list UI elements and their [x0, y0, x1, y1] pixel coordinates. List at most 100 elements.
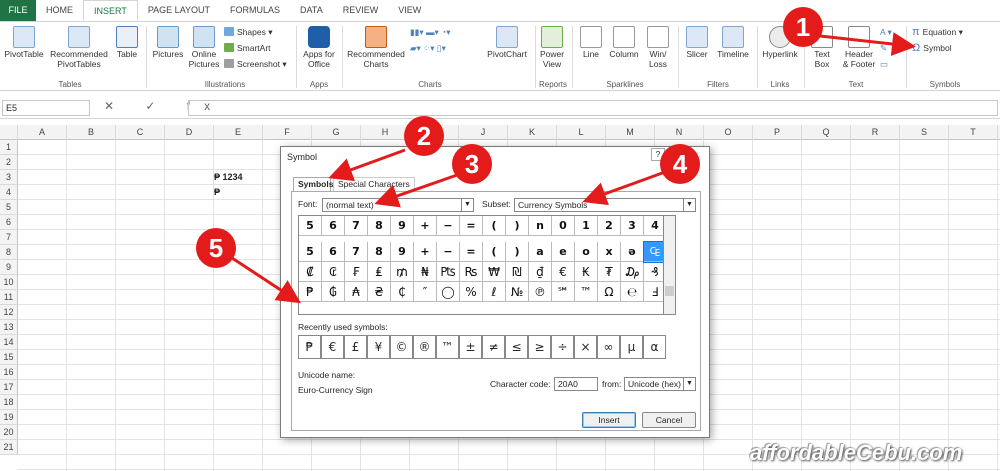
recent-symbol[interactable]: α [643, 335, 666, 359]
font-select[interactable]: (normal text) ▼ [322, 198, 474, 212]
symbol-cell[interactable]: ₡ [299, 262, 322, 282]
symbol-cell[interactable]: ₨ [460, 262, 483, 282]
name-box[interactable]: E5 [2, 100, 90, 116]
row-header[interactable]: 6 [0, 215, 18, 230]
symbol-cell[interactable]: ₭ [575, 262, 598, 282]
tab-insert[interactable]: INSERT [83, 0, 138, 21]
symbol-cell[interactable]: 1 [575, 216, 598, 236]
column-header[interactable]: K [508, 125, 557, 140]
row-header[interactable]: 19 [0, 410, 18, 425]
symbol-cell[interactable]: x [598, 242, 621, 262]
row-header[interactable]: 15 [0, 350, 18, 365]
symbol-cell[interactable]: 5 [299, 216, 322, 236]
symbol-cell[interactable]: ₦ [414, 262, 437, 282]
symbol-cell[interactable]: 3 [621, 216, 644, 236]
chart-type-icons-2[interactable]: ▰▾ ⁘▾ ▯▾ [410, 42, 446, 54]
column-header[interactable]: D [165, 125, 214, 140]
column-header[interactable]: E [214, 125, 263, 140]
column-header[interactable]: T [949, 125, 998, 140]
symbol-cell[interactable]: ℓ [483, 282, 506, 302]
symbol-cell[interactable]: 9 [391, 216, 414, 236]
smartart-button[interactable]: SmartArt [224, 42, 271, 54]
header-footer-button[interactable]: Header & Footer [838, 26, 880, 69]
symbol-cell[interactable]: 8 [368, 216, 391, 236]
symbol-cell[interactable]: ( [483, 242, 506, 262]
symbol-cell[interactable]: ◯ [437, 282, 460, 302]
row-header[interactable]: 17 [0, 380, 18, 395]
sparkline-line-button[interactable]: Line [576, 26, 606, 59]
object-icon[interactable]: ▭ [880, 58, 888, 70]
recent-symbol[interactable]: ≤ [505, 335, 528, 359]
tab-data[interactable]: DATA [290, 0, 333, 21]
row-header[interactable]: 8 [0, 245, 18, 260]
column-header[interactable]: M [606, 125, 655, 140]
insert-button[interactable]: Insert [582, 412, 636, 428]
symbol-cell[interactable]: 5 [299, 242, 322, 262]
tab-special-characters[interactable]: Special Characters [333, 177, 415, 191]
recent-symbol[interactable]: µ [620, 335, 643, 359]
signature-line-icon[interactable]: ✎ [880, 42, 887, 54]
slicer-button[interactable]: Slicer [682, 26, 712, 59]
row-header[interactable]: 20 [0, 425, 18, 440]
symbol-grid-scrollbar[interactable] [664, 215, 676, 315]
screenshot-button[interactable]: Screenshot ▾ [224, 58, 287, 70]
tab-file[interactable]: FILE [0, 0, 36, 21]
recent-symbol[interactable]: ÷ [551, 335, 574, 359]
column-header[interactable]: N [655, 125, 704, 140]
symbol-cell[interactable]: ™ [575, 282, 598, 302]
symbol-cell[interactable]: 2 [598, 216, 621, 236]
symbol-cell[interactable]: 8 [368, 242, 391, 262]
tab-home[interactable]: HOME [36, 0, 83, 21]
recent-symbol[interactable]: ± [459, 335, 482, 359]
row-header[interactable]: 9 [0, 260, 18, 275]
row-header[interactable]: 10 [0, 275, 18, 290]
shapes-button[interactable]: Shapes ▾ [224, 26, 272, 38]
symbol-cell[interactable]: № [506, 282, 529, 302]
row-header[interactable]: 1 [0, 140, 18, 155]
column-header[interactable]: L [557, 125, 606, 140]
selected-symbol-cell[interactable]: ₠ [643, 241, 663, 263]
symbol-cell[interactable]: ₣ [345, 262, 368, 282]
symbol-cell[interactable]: ) [506, 216, 529, 236]
timeline-button[interactable]: Timeline [712, 26, 754, 59]
symbol-cell[interactable]: ) [506, 242, 529, 262]
symbol-cell[interactable]: ₰ [644, 262, 663, 282]
symbol-cell[interactable]: Ⅎ [644, 282, 663, 302]
column-header[interactable]: R [851, 125, 900, 140]
column-header[interactable]: C [116, 125, 165, 140]
symbol-cell[interactable]: + [414, 242, 437, 262]
symbol-cell[interactable]: ₲ [322, 282, 345, 302]
column-header[interactable]: P [753, 125, 802, 140]
row-header[interactable]: 4 [0, 185, 18, 200]
column-header[interactable]: F [263, 125, 312, 140]
power-view-button[interactable]: Power View [537, 26, 567, 69]
symbol-button[interactable]: Ω Symbol [912, 42, 952, 54]
recent-symbol[interactable]: ≠ [482, 335, 505, 359]
symbol-cell[interactable]: ℠ [552, 282, 575, 302]
symbol-cell[interactable]: ₪ [506, 262, 529, 282]
recent-symbol[interactable]: ™ [436, 335, 459, 359]
recent-symbol[interactable]: © [390, 335, 413, 359]
symbol-cell[interactable]: ₯ [621, 262, 644, 282]
table-button[interactable]: Table [112, 26, 142, 59]
tab-symbols[interactable]: Symbols [293, 177, 333, 191]
symbol-cell[interactable]: ℮ [621, 282, 644, 302]
symbol-cell[interactable]: 6 [322, 242, 345, 262]
column-header[interactable]: Q [802, 125, 851, 140]
cell-e3[interactable]: ₱ 1234 [214, 172, 243, 182]
row-header[interactable]: 2 [0, 155, 18, 170]
symbol-cell[interactable]: 7 [345, 242, 368, 262]
column-header[interactable]: S [900, 125, 949, 140]
column-header[interactable]: A [18, 125, 67, 140]
tab-view[interactable]: VIEW [388, 0, 431, 21]
recent-symbol[interactable]: £ [344, 335, 367, 359]
recent-symbol[interactable]: ≥ [528, 335, 551, 359]
recent-symbol[interactable]: € [321, 335, 344, 359]
symbol-cell[interactable]: e [552, 242, 575, 262]
column-header[interactable]: H [361, 125, 410, 140]
symbol-cell[interactable]: 9 [391, 242, 414, 262]
symbol-cell[interactable]: Ω [598, 282, 621, 302]
row-header[interactable]: 21 [0, 440, 18, 455]
column-header[interactable]: G [312, 125, 361, 140]
row-header[interactable]: 5 [0, 200, 18, 215]
